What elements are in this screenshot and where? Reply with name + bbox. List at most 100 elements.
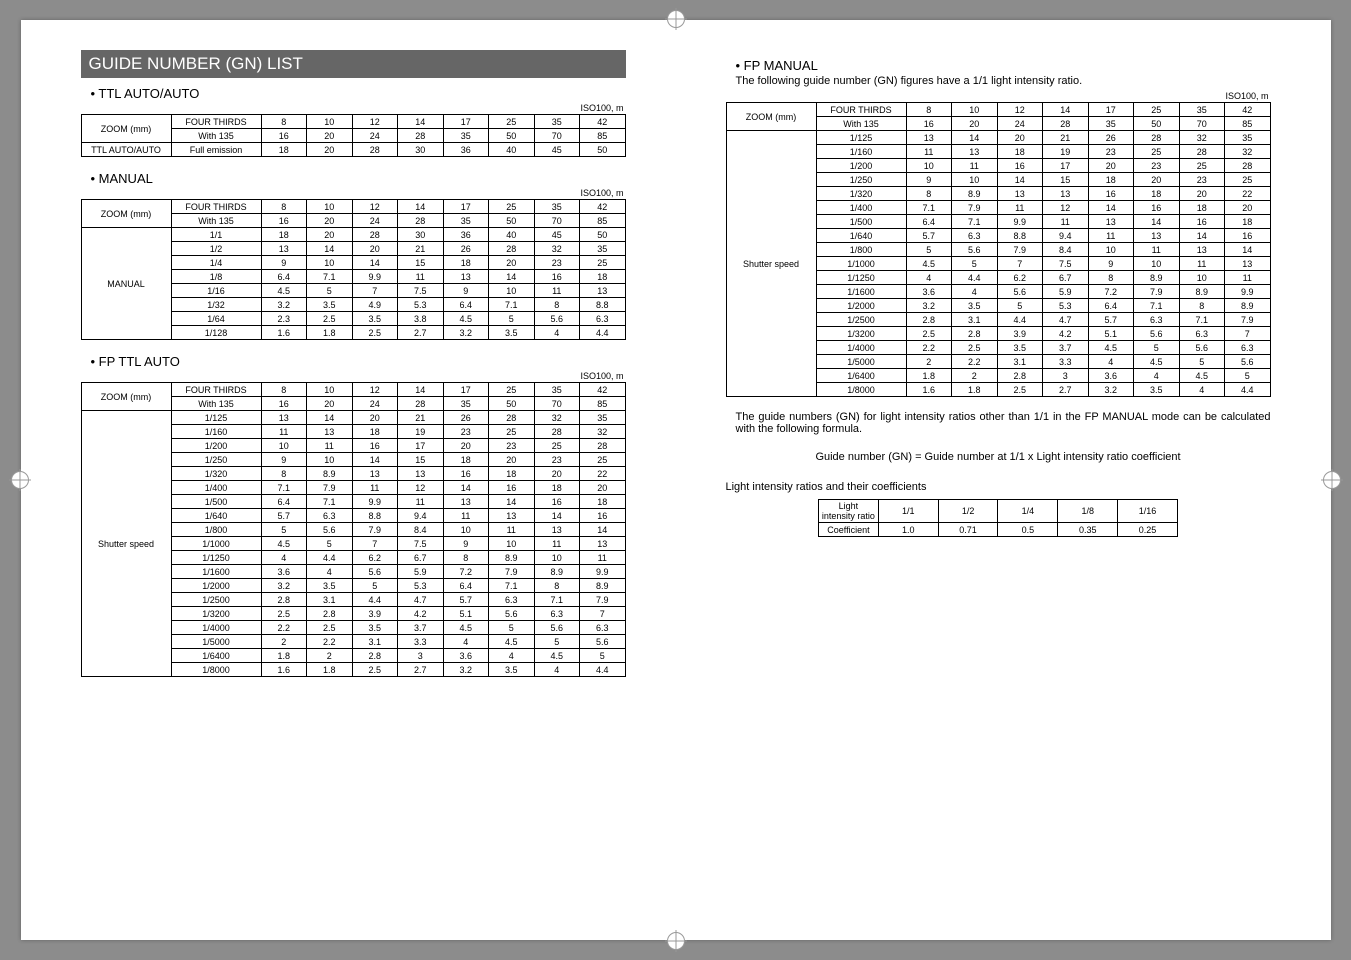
table-cell: 3.8 xyxy=(398,312,444,326)
with-135-label: With 135 xyxy=(816,117,906,131)
row-key: 1/1250 xyxy=(171,551,261,565)
table-cell: 35 xyxy=(1088,117,1134,131)
table-cell: 3.5 xyxy=(997,341,1043,355)
table-cell: 4 xyxy=(1179,383,1225,397)
table-cell: 6.2 xyxy=(352,551,398,565)
coef-cell: 0.35 xyxy=(1058,523,1118,537)
table-cell: 11 xyxy=(1043,215,1089,229)
table-cell: 11 xyxy=(398,270,444,284)
table-cell: 28 xyxy=(489,411,535,425)
table-cell: 28 xyxy=(489,242,535,256)
table-cell: 11 xyxy=(352,481,398,495)
table-cell: 4 xyxy=(1134,369,1180,383)
table-cell: 3.5 xyxy=(307,579,353,593)
table-cell: 14 xyxy=(352,453,398,467)
table-cell: 8 xyxy=(261,467,307,481)
table-cell: 6.3 xyxy=(489,593,535,607)
table-cell: 28 xyxy=(352,228,398,242)
table-cell: 14 xyxy=(1043,103,1089,117)
table-cell: 7 xyxy=(1225,327,1271,341)
table-cell: 7.1 xyxy=(1134,299,1180,313)
table-cell: 42 xyxy=(580,200,626,214)
table-cell: 28 xyxy=(534,425,580,439)
document-sheet: GUIDE NUMBER (GN) LIST • TTL AUTO/AUTO I… xyxy=(21,20,1331,940)
table-cell: 14 xyxy=(307,242,353,256)
table-cell: 50 xyxy=(489,214,535,228)
table-cell: 4 xyxy=(1088,355,1134,369)
row-key: 1/6400 xyxy=(171,649,261,663)
table-cell: 2.8 xyxy=(307,607,353,621)
table-cell: 18 xyxy=(580,270,626,284)
table-cell: 10 xyxy=(489,537,535,551)
zoom-label: ZOOM (mm) xyxy=(81,383,171,411)
table-cell: 9 xyxy=(261,256,307,270)
table-cell: 28 xyxy=(1225,159,1271,173)
table-cell: 23 xyxy=(443,425,489,439)
table-cell: 3.5 xyxy=(1134,383,1180,397)
row-key: 1/8000 xyxy=(816,383,906,397)
table-cell: 16 xyxy=(443,467,489,481)
table-cell: 3.5 xyxy=(489,663,535,677)
table-cell: 2.5 xyxy=(997,383,1043,397)
iso-label: ISO100, m xyxy=(81,188,626,198)
table-cell: 8 xyxy=(443,551,489,565)
side-label: Shutter speed xyxy=(726,131,816,397)
table-cell: 14 xyxy=(489,270,535,284)
table-cell: 9.9 xyxy=(997,215,1043,229)
table-cell: 7.5 xyxy=(398,284,444,298)
table-cell: 42 xyxy=(1225,103,1271,117)
table-cell: 20 xyxy=(307,214,353,228)
manual-table: ZOOM (mm)FOUR THIRDS810121417253542With … xyxy=(81,199,626,340)
table-cell: 6.3 xyxy=(1134,313,1180,327)
row-key: 1/160 xyxy=(816,145,906,159)
table-cell: 7.2 xyxy=(443,565,489,579)
table-cell: 22 xyxy=(580,467,626,481)
table-cell: 5.7 xyxy=(443,593,489,607)
table-cell: 1.8 xyxy=(261,649,307,663)
four-thirds-label: FOUR THIRDS xyxy=(171,200,261,214)
table-cell: 8.9 xyxy=(1225,299,1271,313)
table-cell: 9 xyxy=(443,537,489,551)
table-cell: 7.1 xyxy=(1179,313,1225,327)
table-cell: 14 xyxy=(1088,201,1134,215)
table-cell: 22 xyxy=(1225,187,1271,201)
row-key: 1/800 xyxy=(171,523,261,537)
table-cell: 5.6 xyxy=(580,635,626,649)
table-cell: 25 xyxy=(580,256,626,270)
table-cell: 21 xyxy=(398,242,444,256)
table-cell: 13 xyxy=(952,145,998,159)
table-cell: 20 xyxy=(352,242,398,256)
table-cell: 3.2 xyxy=(261,298,307,312)
row-key: 1/500 xyxy=(171,495,261,509)
coef-row-label: Coefficient xyxy=(819,523,879,537)
table-cell: 16 xyxy=(534,270,580,284)
table-cell: 5 xyxy=(906,243,952,257)
table-cell: 20 xyxy=(1225,201,1271,215)
table-cell: 7.9 xyxy=(997,243,1043,257)
coef-header: 1/1 xyxy=(878,500,938,523)
table-cell: 2.5 xyxy=(952,341,998,355)
table-cell: 3.9 xyxy=(352,607,398,621)
table-cell: 1.6 xyxy=(261,663,307,677)
row-key: 1/5000 xyxy=(816,355,906,369)
table-cell: 13 xyxy=(1088,215,1134,229)
table-cell: 25 xyxy=(489,383,535,397)
table-cell: 3.3 xyxy=(398,635,444,649)
table-cell: 2.5 xyxy=(906,327,952,341)
row-key: 1/1000 xyxy=(816,257,906,271)
table-cell: 40 xyxy=(489,228,535,242)
table-cell: 15 xyxy=(1043,173,1089,187)
table-cell: 5.6 xyxy=(307,523,353,537)
table-cell: 7.5 xyxy=(1043,257,1089,271)
table-cell: 20 xyxy=(307,397,353,411)
table-cell: 12 xyxy=(352,115,398,129)
table-cell: 10 xyxy=(906,159,952,173)
table-cell: 50 xyxy=(489,397,535,411)
iso-label: ISO100, m xyxy=(81,371,626,381)
table-cell: 2.8 xyxy=(261,593,307,607)
table-cell: 5.6 xyxy=(352,565,398,579)
row-key: 1/2000 xyxy=(171,579,261,593)
table-cell: 6.3 xyxy=(952,229,998,243)
table-cell: 2.7 xyxy=(398,326,444,340)
row-key: 1/3200 xyxy=(816,327,906,341)
